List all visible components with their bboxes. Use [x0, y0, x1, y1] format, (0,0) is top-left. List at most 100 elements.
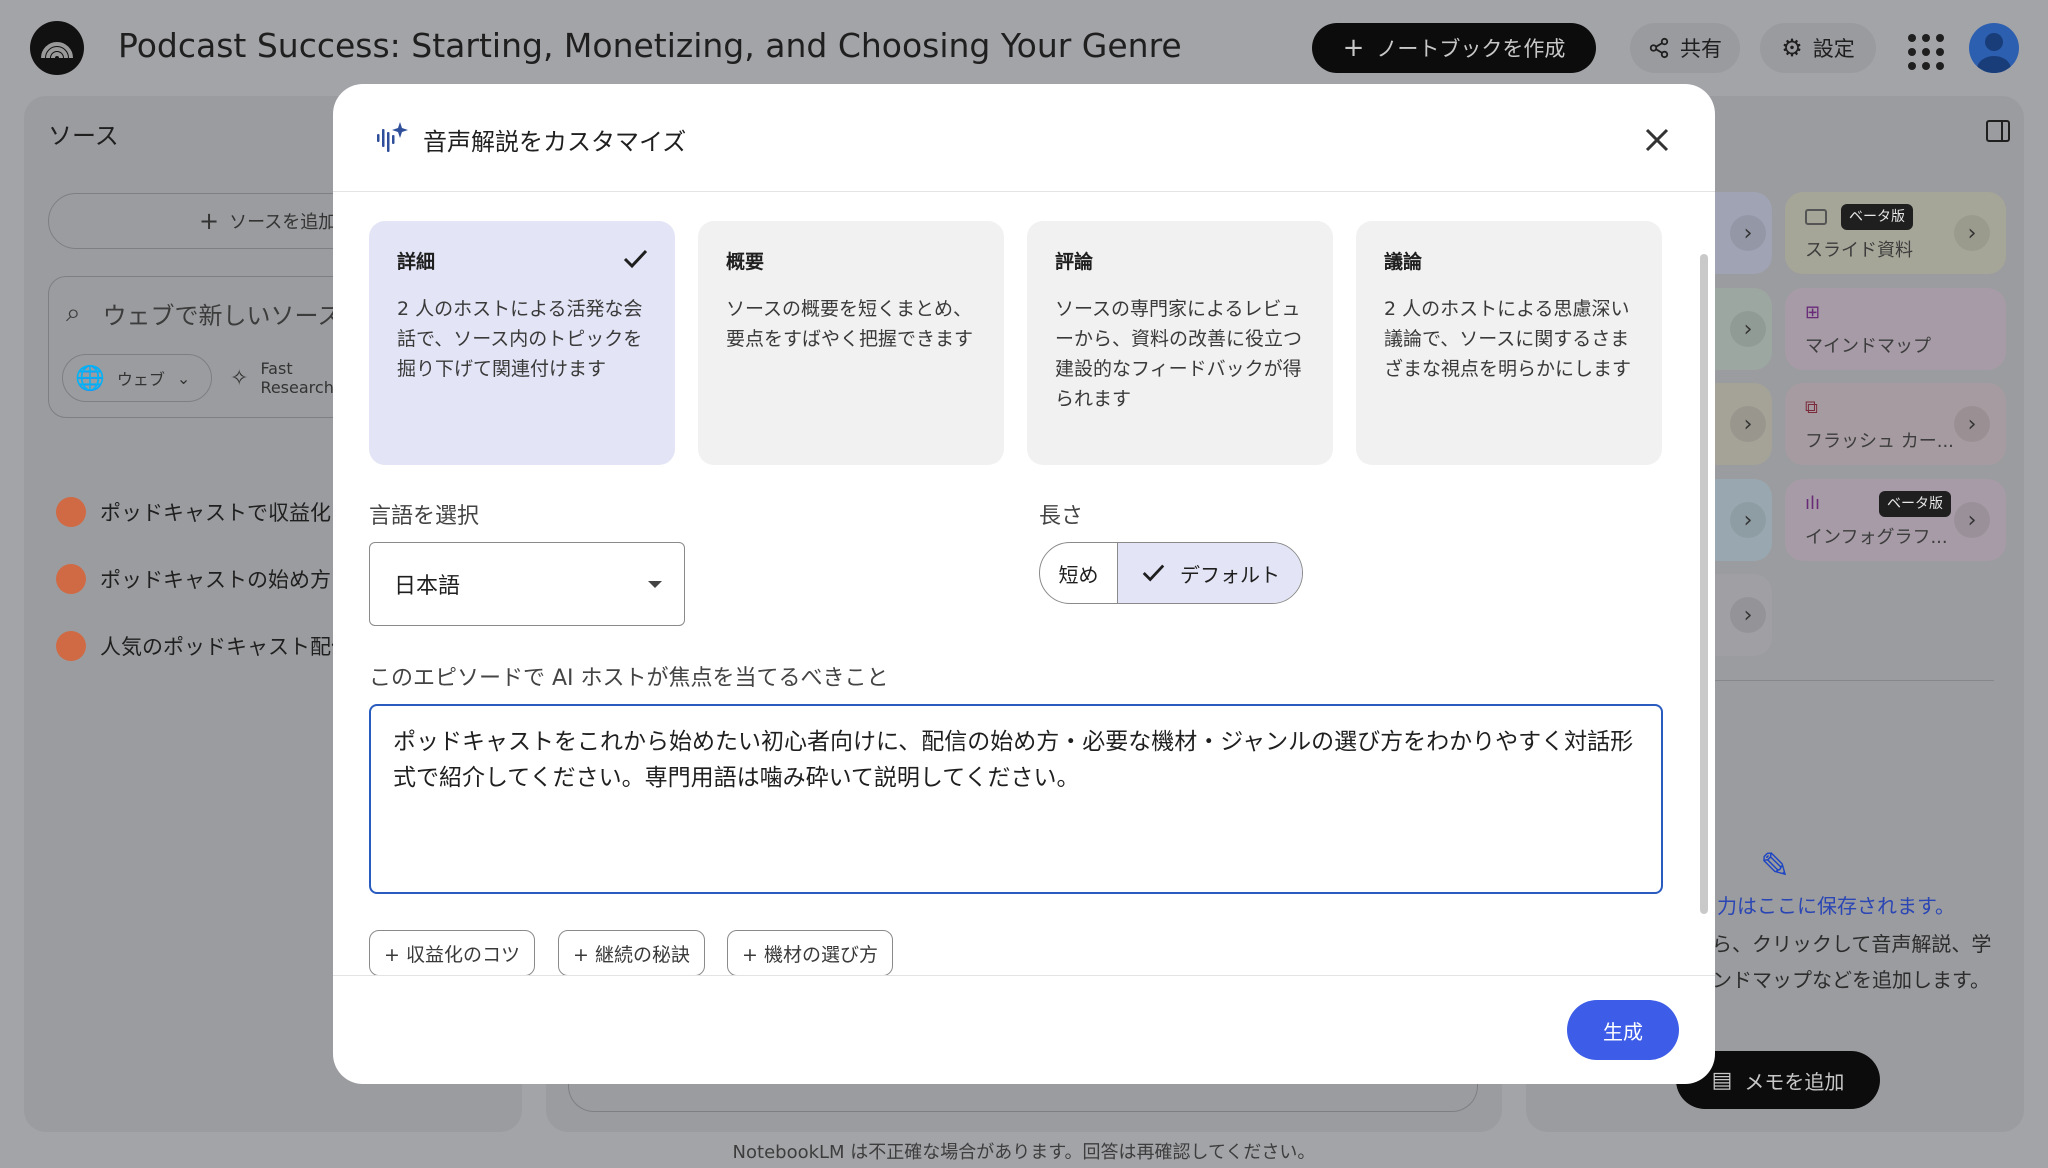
- length-option-default[interactable]: デフォルト: [1118, 543, 1302, 603]
- avatar[interactable]: [1969, 23, 2019, 73]
- source-item[interactable]: 人気のポッドキャスト配信: [56, 630, 352, 662]
- close-dialog-button[interactable]: [1637, 120, 1677, 160]
- dialog-scrollbar[interactable]: [1700, 254, 1708, 914]
- slides-icon: [1805, 209, 1827, 225]
- search-icon: ⌕: [66, 298, 81, 328]
- add-memo-label: メモを追加: [1744, 1069, 1845, 1094]
- dropdown-arrow-icon: [648, 581, 662, 588]
- focus-textarea[interactable]: ポッドキャストをこれから始めたい初心者向けに、配信の始め方・必要な機材・ジャンル…: [369, 704, 1663, 894]
- format-title: 概要: [726, 251, 765, 273]
- podcast-logo-icon[interactable]: [30, 21, 84, 75]
- source-audio-icon: [56, 631, 86, 661]
- length-short-label: 短め: [1058, 562, 1099, 587]
- research-icon: ✧: [230, 365, 249, 391]
- panel-toggle-icon[interactable]: [1986, 120, 2010, 142]
- share-button[interactable]: 共有: [1630, 23, 1740, 73]
- source-audio-icon: [56, 564, 86, 594]
- web-search-placeholder: ウェブで新しいソース: [102, 302, 342, 330]
- studio-saved-title: 力はここに保存されます。: [1717, 894, 1955, 918]
- check-icon: [623, 249, 648, 269]
- source-item[interactable]: ポッドキャストで収益化する: [56, 496, 373, 528]
- format-desc: 2 人のホストによる思慮深い議論で、ソースに関するさまざまな視点を明らかにします: [1384, 298, 1632, 380]
- length-toggle: 短め デフォルト: [1039, 542, 1303, 604]
- length-default-label: デフォルト: [1180, 562, 1280, 587]
- language-select[interactable]: 日本語: [369, 542, 685, 626]
- studio-saved-desc: ら、クリックして音声解説、学 ンドマップなどを追加します。: [1712, 932, 1992, 992]
- chevron-right-icon: ›: [1954, 406, 1990, 442]
- notebook-title[interactable]: Podcast Success: Starting, Monetizing, a…: [118, 26, 1182, 65]
- source-item-label: 人気のポッドキャスト配信: [100, 635, 352, 659]
- mindmap-icon: ⊞: [1805, 302, 1821, 323]
- chevron-down-icon: ⌄: [176, 368, 191, 388]
- source-item[interactable]: ポッドキャストの始め方: [56, 563, 331, 595]
- studio-card-stub[interactable]: ›: [1714, 192, 1772, 274]
- language-label: 言語を選択: [369, 504, 480, 529]
- studio-card-infographic[interactable]: ılı ベータ版 インフォグラフ... ›: [1785, 479, 2006, 561]
- studio-card-label: フラッシュ カー...: [1805, 431, 1954, 452]
- studio-card-label: スライド資料: [1805, 240, 1913, 261]
- studio-card-label: マインドマップ: [1805, 336, 1931, 357]
- fast-research-dropdown[interactable]: ✧ Fast Research: [230, 354, 350, 402]
- flashcards-icon: ⧉: [1805, 397, 1818, 418]
- gear-icon: ⚙: [1781, 34, 1803, 62]
- magic-wand-icon: ✎: [1760, 846, 1791, 887]
- chevron-right-icon: ›: [1730, 311, 1766, 347]
- sources-title: ソース: [48, 122, 119, 150]
- format-title: 議論: [1384, 251, 1423, 273]
- settings-label: 設定: [1812, 37, 1855, 61]
- format-option-brief[interactable]: 概要 ソースの概要を短くまとめ、要点をすばやく把握できます: [698, 221, 1004, 465]
- apps-grid-icon[interactable]: [1904, 30, 1944, 70]
- web-chip-label: ウェブ: [116, 370, 165, 389]
- studio-card-stub[interactable]: ›: [1714, 479, 1772, 561]
- close-icon: [1645, 128, 1669, 152]
- settings-button[interactable]: ⚙ 設定: [1760, 23, 1876, 73]
- suggestion-chip-continue[interactable]: + 継続の秘訣: [558, 930, 705, 976]
- format-option-debate[interactable]: 議論 2 人のホストによる思慮深い議論で、ソースに関するさまざまな視点を明らかに…: [1356, 221, 1662, 465]
- share-label: 共有: [1680, 37, 1722, 61]
- format-option-deep-dive[interactable]: 詳細 2 人のホストによる活発な会話で、ソース内のトピックを掘り下げて関連付けま…: [369, 221, 675, 465]
- studio-card-stub[interactable]: ›: [1714, 288, 1772, 370]
- length-label: 長さ: [1039, 504, 1084, 529]
- suggestion-chip-equipment[interactable]: + 機材の選び方: [727, 930, 893, 976]
- plus-icon: +: [199, 207, 220, 235]
- create-notebook-label: ノートブックを作成: [1376, 37, 1566, 61]
- chevron-right-icon: ›: [1954, 215, 1990, 251]
- studio-card-stub[interactable]: ›: [1714, 383, 1772, 465]
- audio-sparkle-icon: [377, 122, 408, 152]
- chevron-right-icon: ›: [1730, 215, 1766, 251]
- web-search-input[interactable]: ⌕ ウェブで新しいソース: [66, 296, 341, 331]
- format-option-critique[interactable]: 評論 ソースの専門家によるレビューから、資料の改善に役立つ建設的なフィードバック…: [1027, 221, 1333, 465]
- format-desc: ソースの専門家によるレビューから、資料の改善に役立つ建設的なフィードバックが得ら…: [1055, 298, 1303, 410]
- studio-card-mindmap[interactable]: ⊞ マインドマップ: [1785, 288, 2006, 370]
- plus-icon: +: [1342, 33, 1365, 63]
- length-option-short[interactable]: 短め: [1040, 543, 1118, 603]
- focus-label: このエピソードで AI ホストが焦点を当てるべきこと: [369, 666, 889, 691]
- create-notebook-button[interactable]: + ノートブックを作成: [1312, 23, 1596, 73]
- footer-disclaimer: NotebookLM は不正確な場合があります。回答は再確認してください。: [732, 1142, 1316, 1163]
- suggestion-chip-monetize[interactable]: + 収益化のコツ: [369, 930, 535, 976]
- studio-card-label: インフォグラフ...: [1805, 527, 1948, 548]
- infographic-icon: ılı: [1805, 493, 1821, 514]
- dialog-title: 音声解説をカスタマイズ: [423, 128, 687, 156]
- studio-card-slides[interactable]: ベータ版 スライド資料 ›: [1785, 192, 2006, 274]
- chevron-right-icon: ›: [1954, 502, 1990, 538]
- chevron-right-icon: ›: [1730, 597, 1766, 633]
- beta-badge: ベータ版: [1879, 491, 1951, 517]
- format-title: 詳細: [397, 251, 436, 273]
- studio-card-flashcards[interactable]: ⧉ フラッシュ カー... ›: [1785, 383, 2006, 465]
- format-title: 評論: [1055, 251, 1094, 273]
- source-item-label: ポッドキャストの始め方: [100, 568, 331, 592]
- generate-button[interactable]: 生成: [1567, 1000, 1679, 1060]
- language-value: 日本語: [394, 574, 461, 599]
- note-icon: ▤: [1711, 1067, 1733, 1093]
- source-audio-icon: [56, 497, 86, 527]
- top-bar: Podcast Success: Starting, Monetizing, a…: [0, 0, 2048, 96]
- check-icon: [1142, 564, 1165, 582]
- web-source-dropdown[interactable]: 🌐 ウェブ ⌄: [62, 354, 212, 402]
- format-desc: ソースの概要を短くまとめ、要点をすばやく把握できます: [726, 298, 974, 350]
- beta-badge: ベータ版: [1841, 204, 1913, 230]
- chevron-right-icon: ›: [1730, 502, 1766, 538]
- studio-divider: [1714, 680, 1994, 681]
- studio-card-stub[interactable]: ›: [1714, 574, 1772, 656]
- format-desc: 2 人のホストによる活発な会話で、ソース内のトピックを掘り下げて関連付けます: [397, 298, 643, 380]
